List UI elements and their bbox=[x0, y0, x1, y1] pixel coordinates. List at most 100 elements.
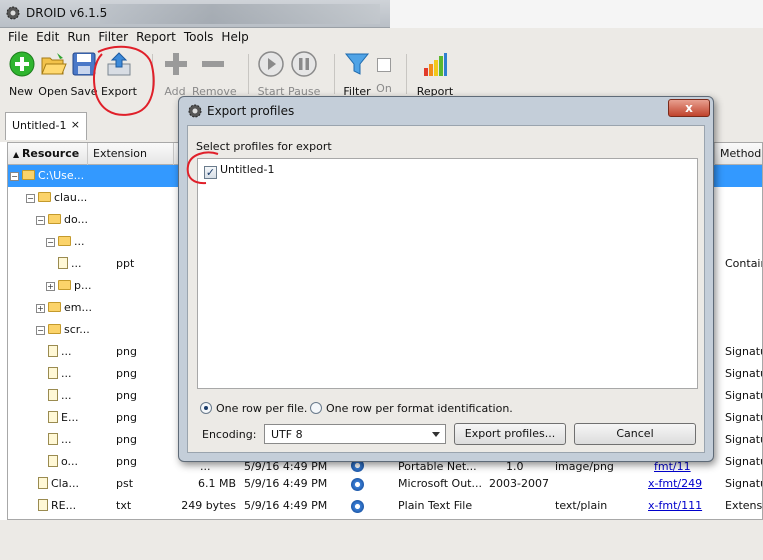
report-button[interactable]: Report bbox=[416, 50, 454, 98]
cell-method: Extensio bbox=[725, 499, 763, 512]
gear-icon bbox=[351, 478, 364, 491]
add-button[interactable]: Add bbox=[162, 50, 188, 98]
menu-filter[interactable]: Filter bbox=[94, 28, 132, 46]
folder-icon bbox=[38, 192, 51, 202]
profile-item[interactable]: ✓ Untitled-1 bbox=[204, 163, 274, 179]
dialog-title: Export profiles bbox=[207, 104, 295, 118]
file-icon bbox=[48, 433, 58, 445]
folder-icon bbox=[22, 170, 35, 180]
cell-resource: ... bbox=[58, 257, 82, 270]
dialog-close-button[interactable]: x bbox=[668, 99, 710, 117]
cell-method: Signatu bbox=[725, 433, 763, 446]
cell-last-modified: 5/9/16 4:49 PM bbox=[244, 477, 328, 490]
file-icon bbox=[48, 345, 58, 357]
cell-format: Plain Text File bbox=[398, 499, 473, 512]
cell-resource: RE... bbox=[38, 499, 76, 512]
cell-method: Signatu bbox=[725, 411, 763, 424]
cell-puid: x-fmt/111 bbox=[648, 499, 703, 512]
folder-icon bbox=[48, 214, 61, 224]
filter-on-toggle[interactable]: On bbox=[374, 50, 394, 95]
floppy-disk-icon bbox=[72, 52, 96, 76]
cell-extension: png bbox=[116, 367, 137, 380]
file-icon bbox=[38, 499, 48, 511]
cell-mime-type: text/plain bbox=[555, 499, 608, 512]
expand-icon[interactable]: + bbox=[46, 282, 55, 291]
new-button[interactable]: New bbox=[8, 50, 35, 98]
dialog-prompt: Select profiles for export bbox=[196, 140, 332, 153]
profile-checkbox[interactable]: ✓ bbox=[204, 166, 217, 179]
cell-method: Signatu bbox=[725, 367, 763, 380]
checkbox-icon bbox=[377, 58, 391, 72]
file-icon bbox=[38, 477, 48, 489]
expand-icon[interactable]: + bbox=[36, 304, 45, 313]
export-profiles-button[interactable]: Export profiles... bbox=[454, 423, 566, 445]
export-arrow-icon bbox=[107, 52, 131, 76]
cell-puid: x-fmt/249 bbox=[648, 477, 703, 490]
menu-file[interactable]: File bbox=[4, 28, 32, 46]
menu-report[interactable]: Report bbox=[132, 28, 180, 46]
collapse-icon[interactable]: − bbox=[46, 238, 55, 247]
cell-resource: − do... bbox=[36, 213, 89, 226]
menu-help[interactable]: Help bbox=[217, 28, 252, 46]
droid-gear-icon bbox=[188, 104, 202, 118]
filter-button[interactable]: Filter bbox=[343, 50, 371, 98]
pause-icon bbox=[291, 51, 317, 77]
header-method[interactable]: Method bbox=[714, 143, 762, 165]
title-bar-blur bbox=[100, 4, 380, 24]
folder-open-icon bbox=[41, 53, 67, 75]
cell-size: 6.1 MB bbox=[197, 477, 236, 490]
title-bar: DROID v6.1.5 bbox=[0, 0, 763, 28]
toolbar-separator bbox=[334, 54, 335, 94]
radio-selected[interactable] bbox=[200, 402, 212, 414]
header-extension[interactable]: Extension bbox=[88, 143, 174, 165]
background-window bbox=[390, 0, 763, 28]
menu-run[interactable]: Run bbox=[63, 28, 94, 46]
pause-button[interactable]: Pause bbox=[288, 50, 320, 98]
cell-extension: ppt bbox=[116, 257, 135, 270]
save-button[interactable]: Save bbox=[70, 50, 98, 98]
collapse-icon[interactable]: − bbox=[36, 216, 45, 225]
cell-extension: png bbox=[116, 345, 137, 358]
cell-resource: + p... bbox=[46, 279, 92, 292]
file-icon bbox=[48, 455, 58, 467]
chevron-down-icon bbox=[432, 432, 440, 437]
cell-resource: ... bbox=[48, 433, 72, 446]
cancel-button[interactable]: Cancel bbox=[574, 423, 696, 445]
cell-extension: png bbox=[116, 455, 137, 468]
file-icon bbox=[48, 367, 58, 379]
cell-resource: o... bbox=[48, 455, 78, 468]
plus-circle-icon bbox=[9, 51, 35, 77]
toolbar-separator bbox=[406, 54, 407, 94]
toolbar: New Open Save Export Add Remove Start Pa… bbox=[0, 46, 763, 102]
folder-icon bbox=[58, 236, 71, 246]
cell-last-modified: 5/9/16 4:49 PM bbox=[244, 499, 328, 512]
encoding-label: Encoding: bbox=[202, 428, 257, 441]
minus-icon bbox=[202, 61, 224, 67]
header-resource[interactable]: ▲ Resource bbox=[8, 143, 88, 165]
remove-button[interactable]: Remove bbox=[192, 50, 237, 98]
cell-version: 2003-2007 bbox=[489, 477, 549, 490]
menu-edit[interactable]: Edit bbox=[32, 28, 63, 46]
option-row-per-file[interactable]: One row per file. bbox=[200, 402, 307, 415]
cell-resource: − C:\Use... bbox=[10, 169, 85, 182]
close-icon[interactable]: × bbox=[71, 118, 80, 131]
collapse-icon[interactable]: − bbox=[26, 194, 35, 203]
collapse-icon[interactable]: − bbox=[36, 326, 45, 335]
collapse-icon[interactable]: − bbox=[10, 172, 19, 181]
menu-tools[interactable]: Tools bbox=[180, 28, 218, 46]
tab-label: Untitled-1 bbox=[12, 119, 67, 132]
option-row-per-format[interactable]: One row per format identification. bbox=[310, 402, 513, 415]
profile-list: ✓ Untitled-1 bbox=[197, 158, 698, 389]
table-row[interactable]: RE... txt Extensio 249 bytes 5/9/16 4:49 PM P… bbox=[8, 495, 763, 517]
tab-untitled-1[interactable]: Untitled-1 × bbox=[5, 112, 87, 140]
status-area bbox=[0, 520, 763, 560]
open-button[interactable]: Open bbox=[38, 50, 68, 98]
cell-resource: + em... bbox=[36, 301, 92, 314]
start-button[interactable]: Start bbox=[256, 50, 286, 98]
file-icon bbox=[48, 389, 58, 401]
encoding-select[interactable]: UTF 8 bbox=[264, 424, 446, 444]
export-button[interactable]: Export bbox=[100, 50, 138, 98]
table-row[interactable]: Cla... pst Signatu 6.1 MB 5/9/16 4:49 PM Micr… bbox=[8, 473, 762, 495]
plus-icon bbox=[165, 53, 187, 75]
radio-unselected[interactable] bbox=[310, 402, 322, 414]
